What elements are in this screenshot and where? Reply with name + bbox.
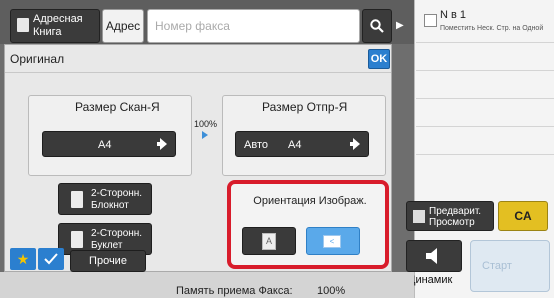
scan-size-title: Размер Скан-Я [75,100,160,114]
portrait-page-icon: A [262,233,276,250]
n-in-1-title: N в 1 [440,9,467,21]
arrow-right-icon [353,138,360,150]
address-book-label-line1: Адресная [33,13,83,25]
panel-divider [416,98,554,99]
zoom-ratio: 100% [194,119,218,129]
duplex-tablet-line1: 2-Сторонн. [91,228,143,239]
n-in-1-subtitle: Поместить Неск. Стр. на Одной [440,25,544,32]
panel-divider [416,154,554,155]
ok-button[interactable]: OK [368,49,390,69]
panel-divider [416,70,554,71]
send-size-title: Размер Отпр-Я [262,100,348,114]
address-book-button[interactable]: Адресная Книга [10,9,100,43]
address-book-label-line2: Книга [33,26,62,38]
send-size-mode: Авто [244,139,268,151]
start-label: Старт [482,260,512,272]
panel-divider [416,126,554,127]
speaker-icon [426,248,437,264]
preview-button[interactable]: Предварит. Просмотр [406,201,494,231]
landscape-page-icon: < [323,235,341,248]
image-orientation-title: Ориентация Изображ. [253,195,367,207]
check-button[interactable] [38,248,64,270]
arrow-right-icon [160,138,167,150]
checkmark-icon [44,253,58,265]
preview-icon [413,210,425,223]
other-button[interactable]: Прочие [70,250,146,272]
search-icon [370,19,384,33]
fax-memory-value: 100% [317,285,346,297]
send-size-button[interactable]: Авто A4 [235,131,369,157]
fax-number-input[interactable]: Номер факса [147,9,360,43]
preview-label-line1: Предварит. [429,206,482,217]
duplex-booklet-line1: 2-Сторонн. [91,188,143,199]
fax-memory-label: Память приема Факса: [176,285,293,297]
panel-divider [416,42,554,43]
duplex-booklet-button[interactable]: 2-Сторонн. Блокнот [58,183,152,215]
orientation-portrait-button[interactable]: A [242,227,296,255]
expand-panel-icon[interactable]: ▶ [396,20,412,36]
duplex-booklet-line2: Блокнот [91,200,129,211]
dialog-divider [5,72,391,73]
favorite-star-icon[interactable]: ★ [10,248,36,270]
send-size-value: A4 [288,139,302,151]
address-book-icon [17,18,29,32]
n-in-1-checkbox[interactable] [424,14,437,27]
dialog-title: Оригинал [10,52,65,66]
speaker-button[interactable] [406,240,462,272]
search-button[interactable] [362,9,392,43]
scan-size-value: A4 [98,139,112,151]
scan-size-button[interactable]: A4 [42,131,176,157]
clear-all-button[interactable]: CA [498,201,548,231]
image-orientation-panel [227,180,389,269]
address-button[interactable]: Адрес [102,9,144,43]
tablet-icon [71,231,83,248]
ratio-arrow-icon [202,131,208,139]
speaker-label: Динамик [408,274,453,286]
preview-label-line2: Просмотр [429,217,475,228]
booklet-icon [71,191,83,208]
orientation-landscape-button[interactable]: < [306,227,360,255]
